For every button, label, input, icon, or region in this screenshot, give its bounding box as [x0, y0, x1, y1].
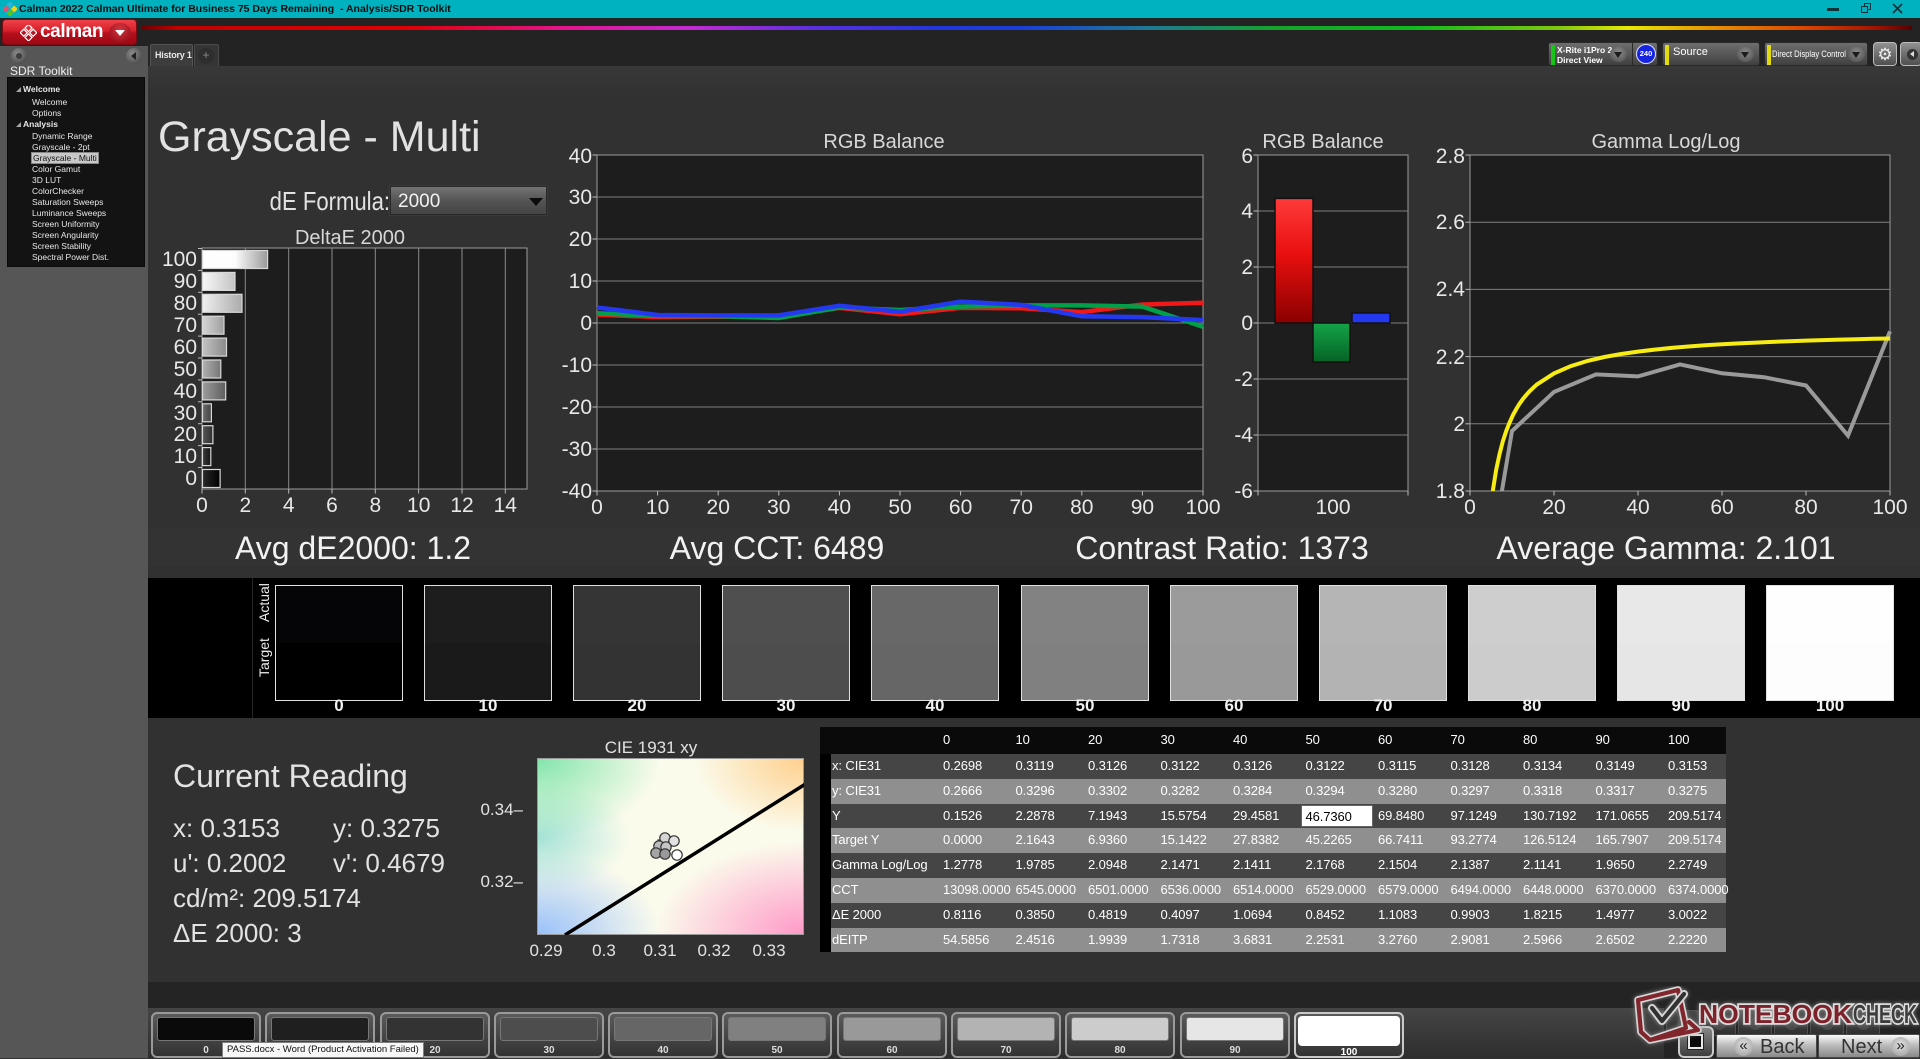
svg-text:10: 10 [174, 445, 197, 468]
svg-text:40: 40 [174, 380, 197, 403]
svg-text:70: 70 [1010, 496, 1033, 519]
svg-text:RGB Balance: RGB Balance [823, 131, 944, 153]
svg-text:100: 100 [1315, 496, 1350, 519]
svg-text:20: 20 [707, 496, 730, 519]
svg-text:0: 0 [591, 496, 603, 519]
svg-text:60: 60 [174, 336, 197, 359]
svg-text:20: 20 [1542, 496, 1565, 519]
svg-text:-6: -6 [1234, 480, 1253, 503]
svg-text:40: 40 [569, 145, 592, 168]
svg-text:DeltaE 2000: DeltaE 2000 [295, 227, 405, 249]
svg-text:8: 8 [369, 494, 381, 517]
svg-text:0: 0 [1241, 312, 1253, 335]
svg-text:80: 80 [174, 292, 197, 315]
svg-text:10: 10 [569, 270, 592, 293]
svg-text:100: 100 [1872, 496, 1907, 519]
svg-text:14: 14 [494, 494, 518, 517]
svg-text:60: 60 [949, 496, 972, 519]
svg-text:40: 40 [1626, 496, 1649, 519]
svg-text:100: 100 [162, 248, 197, 271]
svg-text:100: 100 [1185, 496, 1220, 519]
svg-text:0: 0 [196, 494, 208, 517]
svg-text:1.8: 1.8 [1436, 480, 1465, 503]
svg-text:30: 30 [174, 402, 197, 425]
svg-text:CHECK: CHECK [1853, 999, 1917, 1029]
svg-text:50: 50 [888, 496, 911, 519]
svg-text:2.2: 2.2 [1436, 346, 1465, 369]
svg-text:Gamma Log/Log: Gamma Log/Log [1592, 131, 1741, 153]
svg-text:-2: -2 [1234, 368, 1253, 391]
svg-text:30: 30 [569, 186, 592, 209]
svg-text:2: 2 [239, 494, 251, 517]
svg-text:10: 10 [646, 496, 669, 519]
svg-text:90: 90 [174, 270, 197, 293]
svg-text:2.4: 2.4 [1436, 278, 1466, 301]
svg-text:4: 4 [1241, 200, 1253, 223]
svg-text:40: 40 [828, 496, 851, 519]
svg-text:2: 2 [1453, 413, 1465, 436]
svg-text:2: 2 [1241, 256, 1253, 279]
svg-text:-20: -20 [562, 396, 592, 419]
svg-text:12: 12 [450, 494, 473, 517]
svg-text:10: 10 [407, 494, 430, 517]
svg-text:20: 20 [569, 228, 592, 251]
svg-text:-10: -10 [562, 354, 592, 377]
svg-text:70: 70 [174, 314, 197, 337]
svg-text:6: 6 [1241, 145, 1253, 168]
svg-text:90: 90 [1131, 496, 1154, 519]
svg-text:-4: -4 [1234, 424, 1253, 447]
svg-text:80: 80 [1794, 496, 1817, 519]
svg-text:0: 0 [580, 312, 592, 335]
svg-text:NOTEBOOK: NOTEBOOK [1699, 999, 1852, 1029]
svg-text:0: 0 [185, 467, 197, 490]
svg-text:4: 4 [283, 494, 295, 517]
svg-text:30: 30 [767, 496, 790, 519]
svg-text:80: 80 [1070, 496, 1093, 519]
svg-text:0: 0 [1464, 496, 1476, 519]
svg-text:RGB Balance: RGB Balance [1262, 131, 1383, 153]
svg-text:6: 6 [326, 494, 338, 517]
svg-text:-40: -40 [562, 480, 592, 503]
svg-text:60: 60 [1710, 496, 1733, 519]
svg-text:2.6: 2.6 [1436, 211, 1465, 234]
svg-text:20: 20 [174, 423, 197, 446]
svg-text:2.8: 2.8 [1436, 145, 1465, 168]
svg-text:-30: -30 [562, 438, 592, 461]
svg-text:50: 50 [174, 358, 197, 381]
